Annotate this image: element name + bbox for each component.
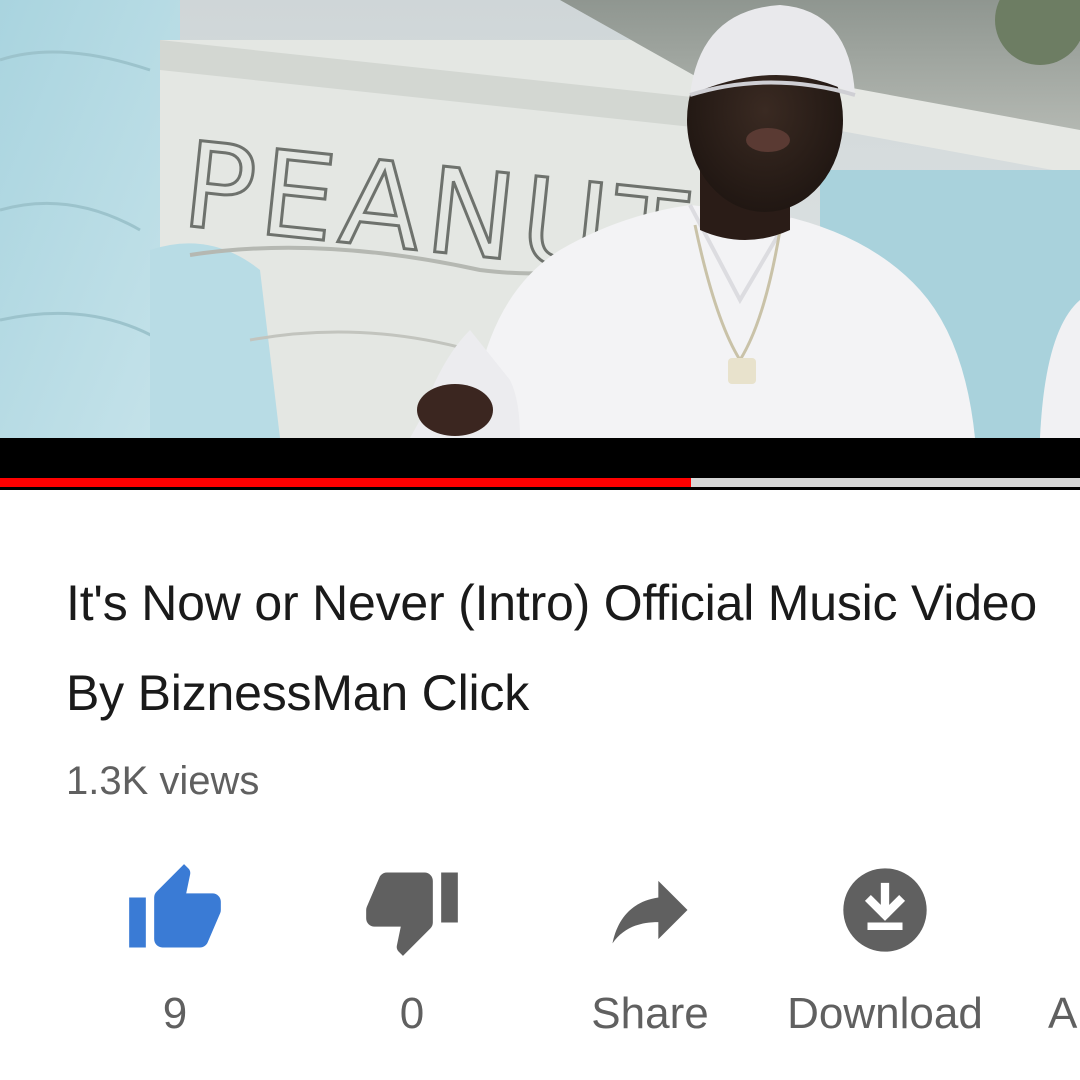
video-frame-image: PEANUT bbox=[0, 0, 1080, 438]
download-icon bbox=[835, 860, 935, 960]
dislike-count: 0 bbox=[399, 989, 425, 1038]
video-frame[interactable]: PEANUT bbox=[0, 0, 1080, 438]
dislike-button[interactable]: 0 bbox=[342, 860, 482, 1060]
video-title[interactable]: It's Now or Never (Intro) Official Music… bbox=[66, 558, 1056, 738]
more-action-label: A bbox=[1048, 989, 1078, 1038]
letterbox-band bbox=[0, 438, 1080, 478]
download-button[interactable]: Download bbox=[768, 860, 1002, 1060]
video-player[interactable]: PEANUT bbox=[0, 0, 1080, 490]
download-label: Download bbox=[787, 989, 983, 1038]
video-watch-screen: PEANUT It's Now or Never (Intro) Officia… bbox=[0, 0, 1080, 1080]
thumbs-up-icon bbox=[125, 860, 225, 960]
like-button[interactable]: 9 bbox=[105, 860, 245, 1060]
thumbs-down-icon bbox=[362, 860, 462, 960]
share-label: Share bbox=[591, 989, 709, 1038]
share-icon bbox=[600, 860, 700, 960]
progress-bar[interactable] bbox=[0, 478, 1080, 487]
share-button[interactable]: Share bbox=[570, 860, 730, 1060]
progress-played bbox=[0, 478, 692, 487]
like-count: 9 bbox=[162, 989, 188, 1038]
view-count: 1.3K views bbox=[66, 759, 260, 803]
more-action-button[interactable]: A bbox=[1044, 860, 1080, 1060]
